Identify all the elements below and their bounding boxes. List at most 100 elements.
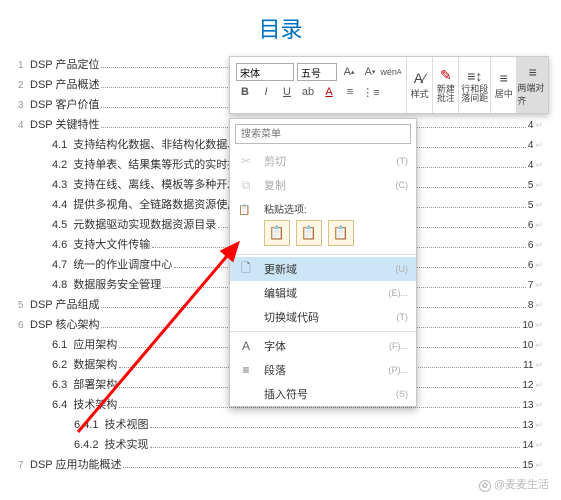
toc-label: 部署架构 xyxy=(73,376,117,392)
toc-page-num: 4 xyxy=(528,140,534,151)
toc-label: DSP 关键特性 xyxy=(30,116,99,132)
paste-keep-formatting[interactable]: 📋 xyxy=(264,220,290,246)
numbering-icon[interactable]: ⋮≡ xyxy=(362,83,380,101)
menu-edit-field[interactable]: 编辑域(E)... xyxy=(230,281,416,305)
toc-label: DSP 核心架构 xyxy=(30,316,99,332)
toc-page-num: 10 xyxy=(522,340,533,351)
toc-section-num: 6.2 xyxy=(52,359,67,371)
paste-label: 📋粘贴选项: xyxy=(230,197,416,218)
toc-entry[interactable]: 6.4.2技术实现14↵ xyxy=(18,436,543,452)
toc-section-num: 4.2 xyxy=(52,159,67,171)
paragraph-icon: ≡ xyxy=(238,363,254,377)
paragraph-mark: ↵ xyxy=(535,240,543,251)
toc-page-num: 7 xyxy=(528,280,534,291)
toc-page-num: 8 xyxy=(528,300,534,311)
toc-label: DSP 产品定位 xyxy=(30,56,99,72)
toc-outline-num: 5 xyxy=(18,300,30,311)
highlight-icon[interactable]: ab xyxy=(299,83,317,101)
font-select[interactable] xyxy=(236,63,294,81)
shrink-font-icon[interactable]: A▾ xyxy=(361,63,379,81)
toc-label: 数据架构 xyxy=(73,356,117,372)
center-icon: ≡ xyxy=(500,70,508,86)
styles-icon: A⁄ xyxy=(414,70,426,86)
justify-icon: ≡ xyxy=(529,64,537,80)
toc-section-num: 4.6 xyxy=(52,239,67,251)
toc-label: DSP 产品概述 xyxy=(30,76,99,92)
toc-section-num: 4.7 xyxy=(52,259,67,271)
menu-paragraph[interactable]: ≡段落(P)... xyxy=(230,358,416,382)
paragraph-mark: ↵ xyxy=(535,380,543,391)
toc-outline-num: 3 xyxy=(18,100,30,111)
update-icon: 🗋 xyxy=(238,259,254,280)
toc-page-num: 14 xyxy=(522,440,533,451)
toc-entry[interactable]: 7DSP 应用功能概述15↵ xyxy=(18,456,543,472)
justify-button[interactable]: ≡两端对齐 xyxy=(516,57,548,113)
paragraph-mark: ↵ xyxy=(535,220,543,231)
menu-toggle-code[interactable]: 切换域代码(T) xyxy=(230,305,416,329)
toc-page-num: 4 xyxy=(528,120,534,131)
paragraph-mark: ↵ xyxy=(535,340,543,351)
paragraph-mark: ↵ xyxy=(535,360,543,371)
toc-leader xyxy=(150,447,520,448)
toc-outline-num: 2 xyxy=(18,80,30,91)
menu-search-input[interactable] xyxy=(235,124,411,144)
paragraph-mark: ↵ xyxy=(535,140,543,151)
phonetic-icon[interactable]: wénA xyxy=(382,63,400,81)
paste-text-only[interactable]: 📋 xyxy=(328,220,354,246)
toc-label: 元数据驱动实现数据资源目录 xyxy=(73,216,216,232)
bullets-icon[interactable]: ≡ xyxy=(341,83,359,101)
paste-merge[interactable]: 📋 xyxy=(296,220,322,246)
menu-font[interactable]: A字体(F)... xyxy=(230,334,416,358)
toc-outline-num: 1 xyxy=(18,60,30,71)
toc-section-num: 6.4.1 xyxy=(74,419,98,431)
toc-section-num: 4.5 xyxy=(52,219,67,231)
separator xyxy=(230,331,416,332)
paste-icon: 📋 xyxy=(238,205,254,216)
spacing-icon: ≡↕ xyxy=(467,68,482,84)
toc-page-num: 6 xyxy=(528,240,534,251)
comment-icon: ✎ xyxy=(440,67,452,84)
toc-outline-num: 6 xyxy=(18,320,30,331)
font-color-icon[interactable]: A xyxy=(320,83,338,101)
toc-label: 支持大文件传输 xyxy=(73,236,150,252)
context-menu: ✂剪切(T) ⧉复制(C) 📋粘贴选项: 📋 📋 📋 🗋更新域(U) 编辑域(E… xyxy=(229,118,417,407)
toc-section-num: 6.3 xyxy=(52,379,67,391)
paragraph-mark: ↵ xyxy=(535,440,543,451)
mini-toolbar: A▴ A▾ wénA B I U ab A ≡ ⋮≡ A⁄样式 ✎新建 批注 ≡… xyxy=(229,56,549,114)
copy-icon: ⧉ xyxy=(238,178,254,193)
underline-icon[interactable]: U xyxy=(278,83,296,101)
paragraph-mark: ↵ xyxy=(535,280,543,291)
toc-section-num: 4.1 xyxy=(52,139,67,151)
italic-icon[interactable]: I xyxy=(257,83,275,101)
separator xyxy=(230,254,416,255)
bold-icon[interactable]: B xyxy=(236,83,254,101)
paste-options: 📋 📋 📋 xyxy=(230,218,416,252)
styles-button[interactable]: A⁄样式 xyxy=(406,57,432,113)
grow-font-icon[interactable]: A▴ xyxy=(340,63,358,81)
paragraph-mark: ↵ xyxy=(535,300,543,311)
toc-leader xyxy=(119,407,520,408)
new-comment-button[interactable]: ✎新建 批注 xyxy=(432,57,458,113)
toc-section-num: 6.4.2 xyxy=(74,439,98,451)
menu-cut: ✂剪切(T) xyxy=(230,149,416,173)
toc-page-num: 13 xyxy=(522,400,533,411)
toc-label: 技术视图 xyxy=(104,416,148,432)
toc-label: 应用架构 xyxy=(73,336,117,352)
toc-section-num: 4.3 xyxy=(52,179,67,191)
toc-label: DSP 产品组成 xyxy=(30,296,99,312)
toc-section-num: 6.1 xyxy=(52,339,67,351)
menu-update-field[interactable]: 🗋更新域(U) xyxy=(230,257,416,281)
line-spacing-button[interactable]: ≡↕行和段落间距 xyxy=(458,57,490,113)
font-icon: A xyxy=(238,339,254,353)
paragraph-mark: ↵ xyxy=(535,120,543,131)
toc-entry[interactable]: 6.4.1技术视图13↵ xyxy=(18,416,543,432)
align-center-button[interactable]: ≡居中 xyxy=(490,57,516,113)
toc-page-num: 6 xyxy=(528,220,534,231)
font-size-select[interactable] xyxy=(297,63,337,81)
menu-insert-symbol[interactable]: 插入符号(S) xyxy=(230,382,416,406)
paragraph-mark: ↵ xyxy=(535,160,543,171)
toc-label: 技术架构 xyxy=(73,396,117,412)
toc-page-num: 11 xyxy=(523,360,533,371)
toc-label: DSP 客户价值 xyxy=(30,96,99,112)
menu-copy: ⧉复制(C) xyxy=(230,173,416,197)
